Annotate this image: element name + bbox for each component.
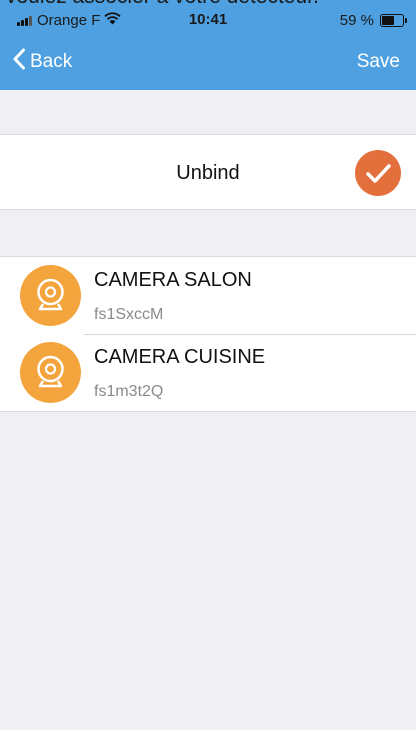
device-name: CAMERA CUISINE bbox=[94, 346, 266, 368]
device-code: fs1SxccM bbox=[94, 306, 164, 323]
overlay-text: voulez associer à votre détecteur. bbox=[6, 0, 416, 9]
battery-icon bbox=[380, 13, 407, 27]
device-list: CAMERA SALON fs1SxccM CAMERA CUISINE fs1… bbox=[0, 256, 416, 412]
list-item[interactable]: CAMERA CUISINE fs1m3t2Q bbox=[0, 334, 416, 411]
battery-percent: 59 % bbox=[339, 11, 374, 29]
back-label: Back bbox=[30, 51, 73, 72]
back-button[interactable]: Back bbox=[12, 48, 72, 76]
checkmark-icon bbox=[355, 150, 401, 196]
nav-header: voulez associer à votre détecteur. Orang… bbox=[0, 0, 416, 90]
status-bar: Orange F 10:41 59 % bbox=[0, 9, 416, 31]
unbind-label: Unbind bbox=[176, 162, 240, 184]
chevron-left-icon bbox=[12, 48, 30, 76]
list-item[interactable]: CAMERA SALON fs1SxccM bbox=[0, 257, 416, 334]
device-code: fs1m3t2Q bbox=[94, 383, 164, 400]
unbind-option[interactable]: Unbind bbox=[0, 134, 416, 210]
camera-icon bbox=[20, 342, 81, 403]
device-name: CAMERA SALON bbox=[94, 269, 252, 291]
camera-icon bbox=[20, 265, 81, 326]
save-button[interactable]: Save bbox=[357, 48, 400, 76]
